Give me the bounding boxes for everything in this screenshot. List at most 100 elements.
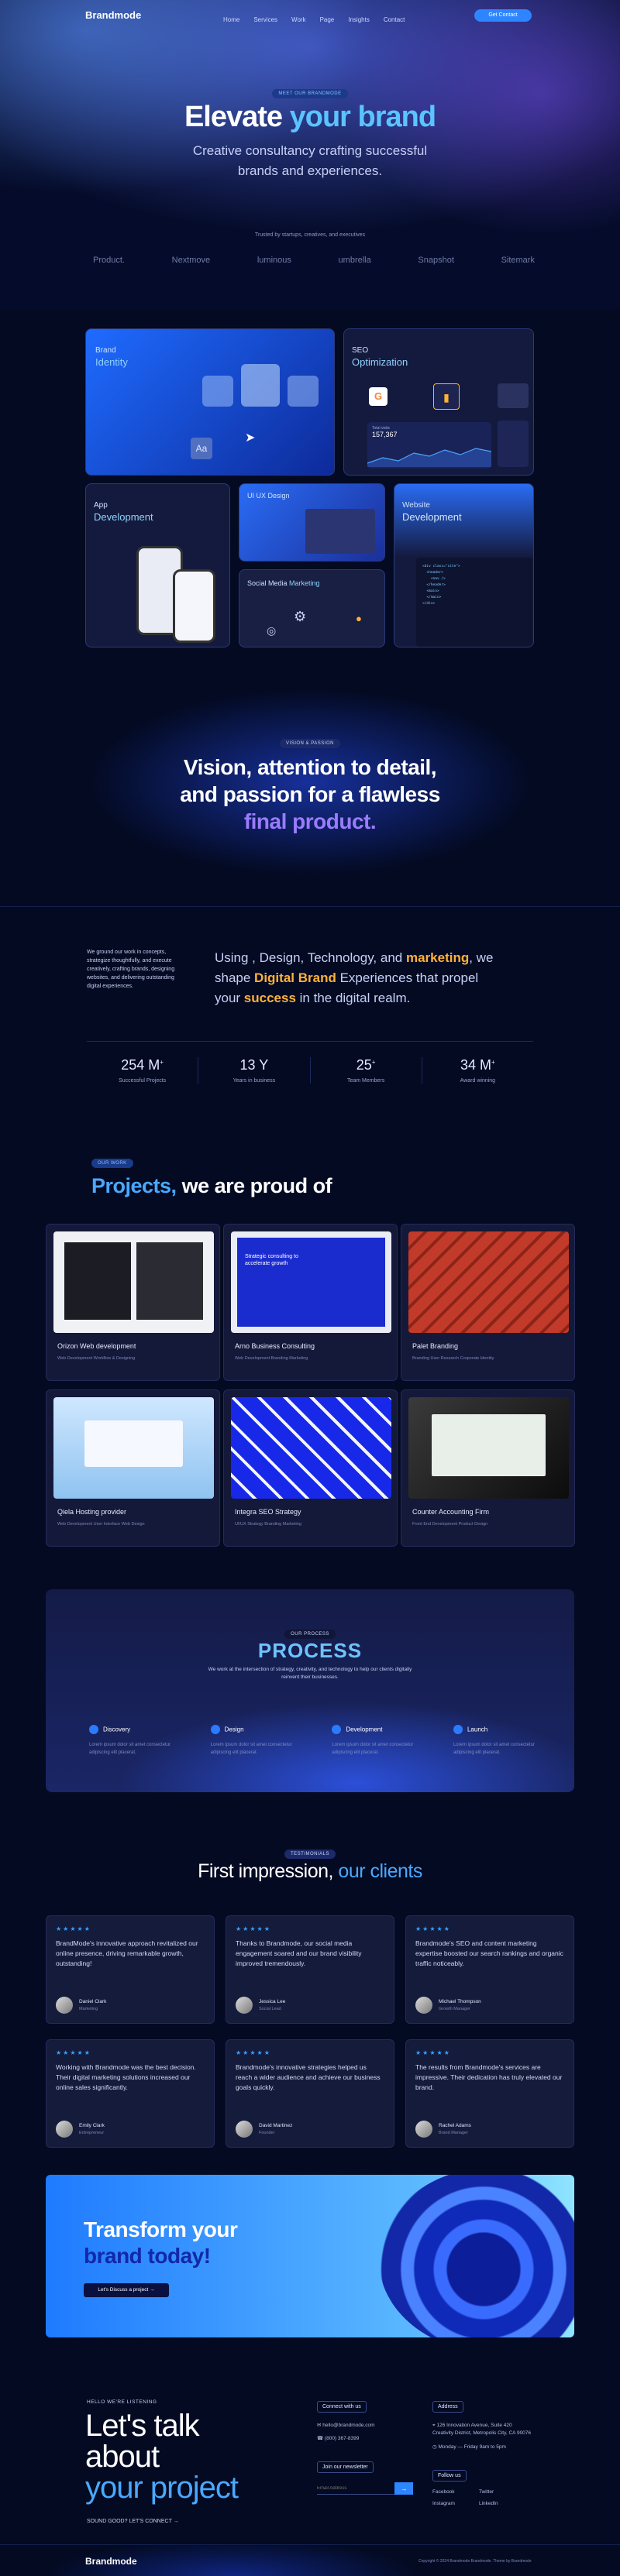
process-step: Design Lorem ipsum dolor sit amet consect… — [210, 1724, 292, 1755]
logo-product: Product. — [93, 256, 125, 265]
discuss-project-button[interactable]: Let's Discuss a project → — [84, 2283, 169, 2297]
newsletter-email-input[interactable] — [317, 2482, 394, 2495]
cursor-icon: ➤ — [245, 431, 256, 445]
stat-item: 34 M+ Award winning — [460, 1057, 496, 1084]
contact-heading: Let's talk about your project — [85, 2409, 239, 2505]
ui-tile — [202, 376, 233, 407]
hero-subtitle: Creative consultancy crafting successful… — [192, 143, 428, 178]
cta-banner: Transform your brand today! Let's Discuss… — [46, 2175, 574, 2337]
process-badge: OUR PROCESS — [284, 1630, 336, 1639]
nav-home[interactable]: Home — [223, 16, 239, 23]
nav-work[interactable]: Work — [291, 16, 306, 23]
about-left-text: We ground our work in concepts, strategi… — [87, 950, 175, 989]
facebook-link[interactable]: Facebook — [432, 2489, 479, 2495]
project-image: Strategic consulting to accelerate growt… — [231, 1231, 391, 1333]
about-statement: Using , Design, Technology, and marketin… — [215, 950, 494, 1005]
avatar — [236, 2121, 253, 2138]
vision-section: VISION & PASSION Vision, attention to de… — [0, 682, 620, 914]
logo-strip: Product. Nextmove luminous umbrella Snap… — [93, 256, 535, 265]
nav-contact[interactable]: Contact — [384, 16, 405, 23]
avatar — [415, 2121, 432, 2138]
connect-block: Connect with us ✉ hello@brandmode.com ☎ … — [317, 2398, 413, 2495]
project-image — [231, 1397, 391, 1499]
check-icon — [332, 1724, 342, 1734]
avatar — [56, 1997, 73, 2014]
chart-icon: ▮ — [433, 383, 460, 410]
code-editor: <div class="site"> <header> <nav /> </he… — [416, 558, 532, 647]
avatar — [236, 1997, 253, 2014]
check-icon — [210, 1724, 220, 1734]
service-brand-identity[interactable]: Brand Identity Aa ➤ — [85, 328, 335, 476]
project-card[interactable]: Orizon Web development Web Development Wo… — [46, 1224, 220, 1381]
contact-kicker: HELLO WE'RE LISTENING — [87, 2399, 157, 2405]
check-icon — [453, 1724, 463, 1734]
settings-widget — [498, 421, 529, 467]
testimonial-card: ★★★★★ Brandmode's innovative strategies h… — [226, 2039, 394, 2148]
seo-graph: Total visits 157,367 — [367, 422, 491, 469]
stat-item: 25+ Team Members — [311, 1057, 422, 1084]
process-section: OUR PROCESS PROCESS We work at the inter… — [46, 1589, 574, 1792]
logo-nextmove: Nextmove — [171, 256, 211, 265]
project-image — [53, 1397, 214, 1499]
linkedin-link[interactable]: LinkedIn — [479, 2501, 525, 2506]
swirl-graphic — [379, 2175, 574, 2337]
service-social-media[interactable]: Social Media Marketing ⚙ ◎ ● — [239, 569, 385, 647]
service-app-development[interactable]: App Development — [85, 483, 230, 647]
project-card[interactable]: Strategic consulting to accelerate growt… — [223, 1224, 398, 1381]
google-icon: G — [369, 387, 388, 406]
main-nav: Home Services Work Page Insights Contact — [216, 12, 412, 26]
nav-services[interactable]: Services — [253, 16, 277, 23]
testimonials-title: First impression, our clients — [198, 1860, 422, 1882]
instagram-link[interactable]: Instagram — [432, 2501, 479, 2506]
font-icon: Aa — [191, 438, 212, 459]
gear-icon: ⚙ — [294, 609, 307, 624]
ui-tile — [288, 376, 319, 407]
cta-heading: Transform your brand today! — [84, 2217, 238, 2268]
project-image — [408, 1231, 569, 1333]
stat-item: 254 M+ Successful Projects — [87, 1057, 199, 1084]
projects-badge: OUR WORK — [91, 1159, 133, 1168]
process-step: Development Lorem ipsum dolor sit amet co… — [332, 1724, 414, 1755]
footer-logo[interactable]: Brandmode — [85, 2556, 137, 2567]
twitter-link[interactable]: Twitter — [479, 2489, 525, 2495]
process-title: PROCESS — [257, 1639, 363, 1662]
service-website-development[interactable]: Website Development <div class="site"> <… — [394, 483, 534, 647]
project-card[interactable]: Qiela Hosting provider Web Development Us… — [46, 1389, 220, 1547]
rating-stars: ★★★★★ — [56, 1925, 91, 1932]
avatar — [415, 1997, 432, 2014]
project-card[interactable]: Counter Accounting Firm Front End Develop… — [401, 1389, 575, 1547]
service-ui-ux[interactable]: UI UX Design — [239, 483, 385, 562]
project-card[interactable]: Palet Branding Branding User Research Cor… — [401, 1224, 575, 1381]
check-icon — [89, 1724, 98, 1734]
share-icon: ◎ — [267, 624, 277, 637]
divider — [87, 1041, 533, 1042]
lets-connect-link[interactable]: SOUND GOOD? LET'S CONNECT → — [87, 2519, 179, 2524]
service-seo[interactable]: SEO Optimization G ▮ Total visits 157,36… — [343, 328, 534, 476]
ui-tile — [241, 364, 280, 407]
hero-section: Brandmode Home Services Work Page Insights Co… — [0, 0, 620, 310]
rating-stars: ★★★★★ — [415, 2049, 451, 2056]
testimonials-badge: TESTIMONIALS — [284, 1850, 336, 1859]
mail-icon: ✉ — [317, 2423, 322, 2428]
newsletter-submit-button[interactable]: → — [394, 2482, 413, 2495]
logo-snapshot: Snapshot — [418, 256, 454, 265]
like-icon: ● — [356, 613, 362, 624]
rating-stars: ★★★★★ — [236, 2049, 271, 2056]
brand-logo[interactable]: Brandmode — [85, 9, 141, 21]
projects-title: Projects, we are proud of — [91, 1174, 332, 1197]
get-contact-button[interactable]: Get Contact — [474, 9, 532, 22]
stats-row: 254 M+ Successful Projects 13 Y Years in b… — [87, 1057, 533, 1084]
logo-umbrella: umbrella — [338, 256, 371, 265]
nav-page[interactable]: Page — [320, 16, 335, 23]
toggle-widget — [498, 383, 529, 408]
testimonial-card: ★★★★★ BrandMode's innovative approach rev… — [46, 1915, 215, 2024]
project-card[interactable]: Integra SEO Strategy UI/UX Strategy Brand… — [223, 1389, 398, 1547]
testimonial-card: ★★★★★ Working with Brandmode was the best… — [46, 2039, 215, 2148]
testimonial-card: ★★★★★ Brandmode's SEO and content marketi… — [405, 1915, 574, 2024]
hero-badge: MEET OUR BRANDMODE — [272, 89, 348, 98]
copyright: Copyright © 2024 Brandmode Brandmode. Th… — [418, 2559, 532, 2564]
address-block: Address ⌖ 126 Innovation Avenue, Suite 4… — [432, 2398, 533, 2506]
hero-title: Elevate your brand — [184, 101, 436, 133]
vision-badge: VISION & PASSION — [280, 739, 340, 748]
nav-insights[interactable]: Insights — [348, 16, 370, 23]
